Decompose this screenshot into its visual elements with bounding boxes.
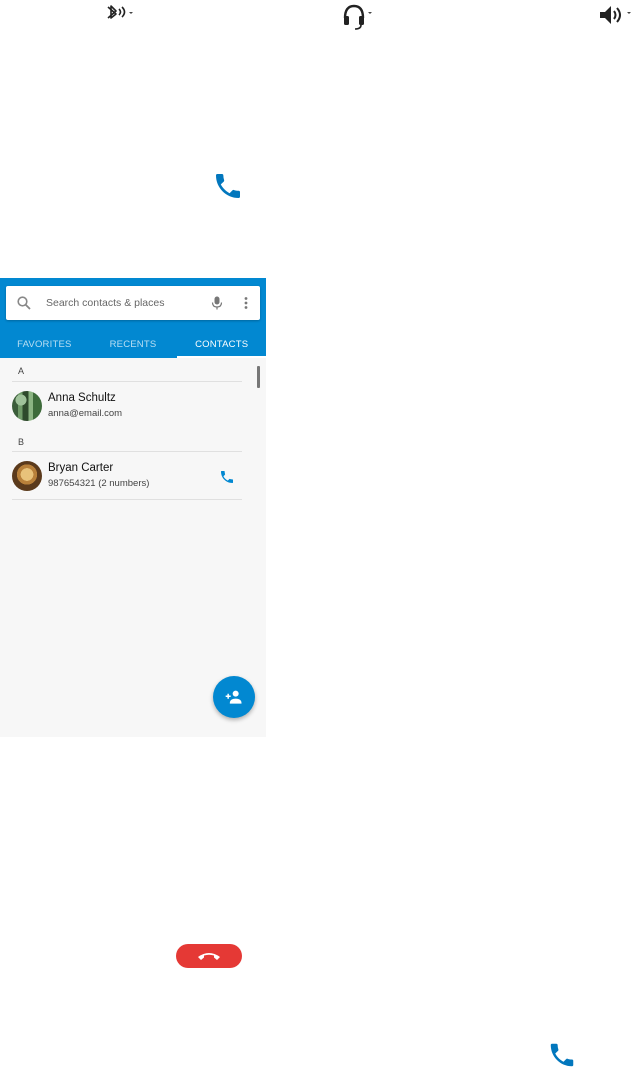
tab-contacts[interactable]: CONTACTS bbox=[177, 330, 266, 358]
end-call-button[interactable] bbox=[176, 944, 242, 968]
contact-detail: 987654321 (2 numbers) bbox=[48, 478, 150, 489]
headset-icon[interactable] bbox=[341, 2, 377, 30]
divider bbox=[12, 451, 242, 452]
call-end-icon bbox=[198, 953, 220, 960]
dialer-panel: FAVORITES RECENTS CONTACTS A Anna Schult… bbox=[0, 278, 266, 737]
bluetooth-audio-icon[interactable] bbox=[100, 2, 136, 30]
call-icon[interactable] bbox=[212, 170, 244, 202]
search-icon[interactable] bbox=[16, 295, 32, 311]
section-header-b: B bbox=[18, 437, 25, 447]
call-icon[interactable] bbox=[547, 1040, 577, 1070]
avatar bbox=[12, 461, 42, 491]
divider bbox=[12, 381, 242, 382]
search-bar[interactable] bbox=[6, 286, 260, 320]
contact-detail: anna@email.com bbox=[48, 408, 123, 419]
avatar bbox=[12, 391, 42, 421]
contact-row-bryan-carter[interactable]: Bryan Carter 987654321 (2 numbers) bbox=[0, 457, 245, 501]
search-input[interactable] bbox=[46, 294, 196, 312]
contact-name: Anna Schultz bbox=[48, 392, 116, 404]
call-contact-icon[interactable] bbox=[219, 469, 235, 485]
person-add-icon bbox=[225, 690, 242, 704]
section-header-a: A bbox=[18, 366, 25, 376]
more-vert-icon[interactable] bbox=[238, 295, 254, 311]
contact-name: Bryan Carter bbox=[48, 462, 114, 474]
app-header: FAVORITES RECENTS CONTACTS bbox=[0, 278, 266, 358]
divider bbox=[12, 499, 242, 500]
tab-bar: FAVORITES RECENTS CONTACTS bbox=[0, 330, 266, 358]
speaker-icon[interactable] bbox=[597, 2, 633, 30]
tab-recents[interactable]: RECENTS bbox=[89, 330, 178, 358]
tab-favorites[interactable]: FAVORITES bbox=[0, 330, 89, 358]
scrollbar-thumb[interactable] bbox=[257, 366, 260, 388]
microphone-icon[interactable] bbox=[209, 295, 225, 311]
contact-row-anna-schultz[interactable]: Anna Schultz anna@email.com bbox=[0, 387, 245, 431]
add-contact-button[interactable] bbox=[213, 676, 255, 718]
